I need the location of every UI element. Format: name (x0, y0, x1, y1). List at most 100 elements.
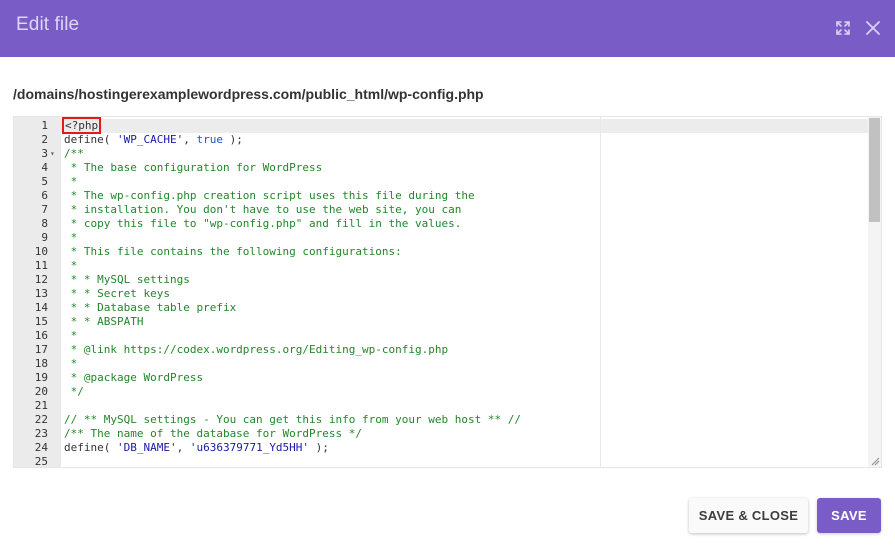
vertical-scrollbar[interactable] (868, 117, 881, 467)
code-token: */ (64, 385, 84, 398)
code-line[interactable]: 8 * copy this file to "wp-config.php" an… (14, 217, 870, 231)
code-line[interactable]: 11 * (14, 259, 870, 273)
code-token: * The base configuration for WordPress (64, 161, 323, 174)
line-number: 7 (41, 203, 48, 216)
code-line[interactable]: 23 /** The name of the database for WordP… (14, 427, 870, 441)
line-code: * (64, 231, 78, 245)
line-code: * The wp-config.php creation script uses… (64, 189, 475, 203)
code-token: define( (64, 441, 117, 454)
line-number: 18 (34, 357, 48, 370)
save-button[interactable]: SAVE (817, 498, 881, 533)
code-token: * The wp-config.php creation script uses… (64, 189, 475, 202)
code-line[interactable]: 10 * This file contains the following co… (14, 245, 870, 259)
line-number: 2 (41, 133, 48, 146)
code-token: * (64, 231, 78, 244)
line-code: * * ABSPATH (64, 315, 144, 329)
code-line[interactable]: 5 * (14, 175, 870, 189)
dialog-title: Edit file (16, 14, 80, 35)
php-open-tag: <?php (61, 117, 102, 134)
resize-grip-icon[interactable] (870, 456, 880, 466)
code-token: * * Secret keys (64, 287, 170, 300)
line-code: <?php (61, 117, 102, 134)
line-number: 17 (34, 343, 48, 356)
code-line[interactable]: 3 ▾ /** (14, 147, 870, 161)
code-line[interactable]: 20 */ (14, 385, 870, 399)
line-number: 24 (34, 441, 48, 454)
save-and-close-button[interactable]: SAVE & CLOSE (689, 498, 808, 533)
line-number: 4 (41, 161, 48, 174)
code-line[interactable]: 12 * * MySQL settings (14, 273, 870, 287)
line-code: * * Secret keys (64, 287, 170, 301)
code-token: ); (309, 441, 329, 454)
line-number: 6 (41, 189, 48, 202)
code-editor[interactable]: 1 <?php 2 define( 'WP_CACHE', true ); 3 ▾/** 4… (13, 116, 882, 468)
line-code: * This file contains the following confi… (64, 245, 402, 259)
code-token: * @link https://codex.wordpress.org/Edit… (64, 343, 449, 356)
line-number: 11 (34, 259, 48, 272)
line-code: * @package WordPress (64, 371, 203, 385)
code-token: * * MySQL settings (64, 273, 190, 286)
code-line[interactable]: 25 (14, 455, 870, 467)
line-number: 23 (34, 427, 48, 440)
header-actions (833, 18, 883, 38)
code-lines[interactable]: 1 <?php 2 define( 'WP_CACHE', true ); 3 ▾/** 4… (14, 117, 870, 467)
code-token: * (64, 259, 78, 272)
file-path: /domains/hostingerexamplewordpress.com/p… (13, 86, 484, 102)
code-line[interactable]: 1 <?php (14, 117, 870, 134)
code-line[interactable]: 21 (14, 399, 870, 413)
code-token: // ** MySQL settings - You can get this … (64, 413, 521, 426)
line-code: * (64, 175, 78, 189)
code-line[interactable]: 14 * * Database table prefix (14, 301, 870, 315)
line-code: * @link https://codex.wordpress.org/Edit… (64, 343, 449, 357)
code-line[interactable]: 13 * * Secret keys (14, 287, 870, 301)
line-number: 21 (34, 399, 48, 412)
code-token: /** The name of the database for WordPre… (64, 427, 363, 440)
code-line[interactable]: 16 * (14, 329, 870, 343)
code-line[interactable]: 24 define( 'DB_NAME', 'u636379771_Yd5HH' … (14, 441, 870, 455)
line-number: 14 (34, 301, 48, 314)
line-code: /** The name of the database for WordPre… (64, 427, 362, 441)
code-token: * (64, 329, 78, 342)
line-code: * (64, 329, 78, 343)
code-token: , (176, 441, 190, 454)
line-code: define( 'WP_CACHE', true ); (64, 133, 243, 147)
code-line[interactable]: 2 define( 'WP_CACHE', true ); (14, 133, 870, 147)
line-code: * (64, 259, 78, 273)
code-line[interactable]: 15 * * ABSPATH (14, 315, 870, 329)
close-icon[interactable] (863, 18, 883, 38)
line-code: * The base configuration for WordPress (64, 161, 323, 175)
expand-icon[interactable] (833, 18, 853, 38)
scrollbar-thumb[interactable] (869, 118, 880, 222)
code-token: * @package WordPress (64, 371, 204, 384)
line-code: // ** MySQL settings - You can get this … (64, 413, 521, 427)
line-number: 9 (41, 231, 48, 244)
line-number: 1 (41, 119, 48, 132)
code-token: * * ABSPATH (64, 315, 144, 328)
line-number: 5 (41, 175, 48, 188)
line-code: define( 'DB_NAME', 'u636379771_Yd5HH' ); (64, 441, 329, 455)
code-line[interactable]: 19 * @package WordPress (14, 371, 870, 385)
code-line[interactable]: 4 * The base configuration for WordPress (14, 161, 870, 175)
code-token: , (183, 133, 197, 146)
code-token: define( (64, 133, 117, 146)
line-number: 15 (34, 315, 48, 328)
line-code: /** (64, 147, 84, 161)
code-token: ); (222, 133, 243, 146)
code-token: 'WP_CACHE' (116, 133, 184, 146)
line-number: 3 (41, 147, 48, 160)
code-token: * (64, 357, 78, 370)
line-number: 10 (34, 245, 48, 258)
code-token: 'DB_NAME' (116, 441, 177, 454)
line-code: * installation. You don't have to use th… (64, 203, 462, 217)
code-line[interactable]: 9 * (14, 231, 870, 245)
code-line[interactable]: 18 * (14, 357, 870, 371)
code-line[interactable]: 22 // ** MySQL settings - You can get thi… (14, 413, 870, 427)
code-token: * This file contains the following confi… (64, 245, 402, 258)
code-line[interactable]: 17 * @link https://codex.wordpress.org/E… (14, 343, 870, 357)
code-line[interactable]: 7 * installation. You don't have to use … (14, 203, 870, 217)
code-token: 'u636379771_Yd5HH' (189, 441, 310, 454)
fold-toggle-icon[interactable]: ▾ (50, 147, 55, 161)
line-number: 12 (34, 273, 48, 286)
code-token: * (64, 175, 78, 188)
code-line[interactable]: 6 * The wp-config.php creation script us… (14, 189, 870, 203)
